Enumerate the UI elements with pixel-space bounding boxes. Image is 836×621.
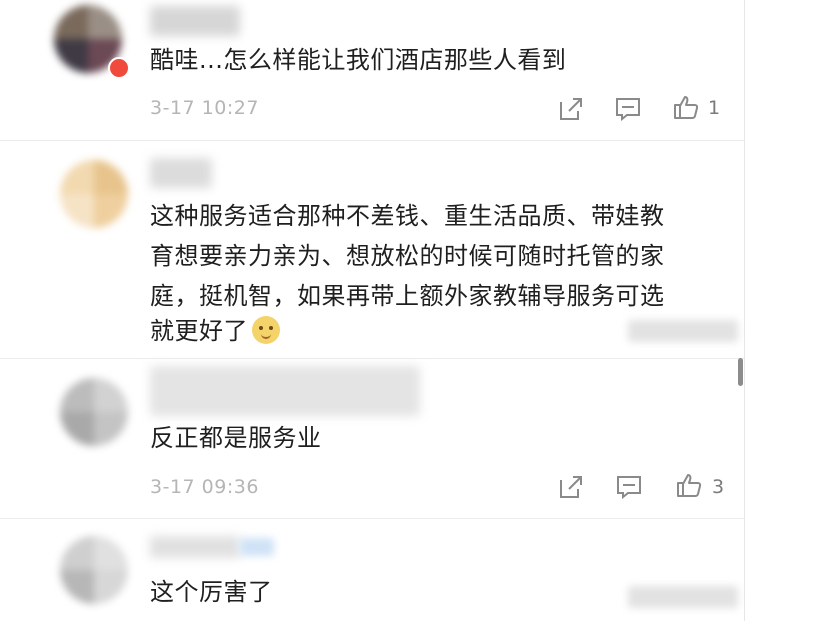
comment-item: 反正都是服务业 3-17 09:36 3 [0, 358, 744, 518]
reply-icon [616, 98, 640, 122]
share-icon [560, 476, 582, 498]
username-blurred[interactable] [150, 6, 240, 36]
comment-item: 这种服务适合那种不差钱、重生活品质、带娃教 育想要亲力亲为、想放松的时候可随时托… [0, 140, 744, 358]
comment-time: 3-17 10:27 [150, 97, 259, 119]
doge-emoji-icon [252, 316, 280, 344]
blurred-meta [628, 586, 738, 608]
share-icon [560, 98, 582, 120]
like-count: 3 [712, 476, 725, 498]
share-button[interactable] [557, 473, 585, 501]
comment-time: 3-17 09:36 [150, 476, 259, 498]
share-button[interactable] [557, 95, 585, 123]
comment-text-tail: 就更好了 [150, 317, 248, 345]
comment-text: 酷哇...怎么样能让我们酒店那些人看到 [150, 46, 567, 74]
thumbs-up-icon [674, 96, 699, 119]
right-edge-divider [744, 0, 745, 621]
username-blurred[interactable] [150, 158, 212, 188]
avatar[interactable] [60, 160, 128, 228]
comment-item: 这个厉害了 [0, 518, 744, 621]
comment-text: 这个厉害了 [150, 578, 273, 606]
reply-button[interactable] [615, 473, 643, 501]
comment-text-line: 就更好了 [150, 311, 280, 351]
avatar[interactable] [60, 536, 128, 604]
thumbs-up-icon [677, 474, 702, 497]
username-blurred[interactable] [150, 536, 240, 558]
like-count: 1 [708, 97, 721, 119]
reply-button[interactable] [614, 95, 642, 123]
comment-item: 酷哇...怎么样能让我们酒店那些人看到 3-17 10:27 1 [0, 0, 744, 140]
vip-badge [108, 57, 130, 79]
comment-text-line: 育想要亲力亲为、想放松的时候可随时托管的家 [150, 242, 665, 270]
reply-icon [617, 476, 641, 500]
blurred-tag [240, 538, 274, 556]
comment-text-line: 庭，挺机智，如果再带上额外家教辅导服务可选 [150, 282, 665, 310]
like-button[interactable] [672, 93, 700, 121]
comment-text-line: 这种服务适合那种不差钱、重生活品质、带娃教 [150, 202, 665, 230]
like-button[interactable] [675, 471, 703, 499]
avatar[interactable] [60, 378, 128, 446]
username-blurred[interactable] [150, 366, 420, 416]
comment-text: 反正都是服务业 [150, 424, 322, 452]
blurred-meta [628, 320, 738, 342]
